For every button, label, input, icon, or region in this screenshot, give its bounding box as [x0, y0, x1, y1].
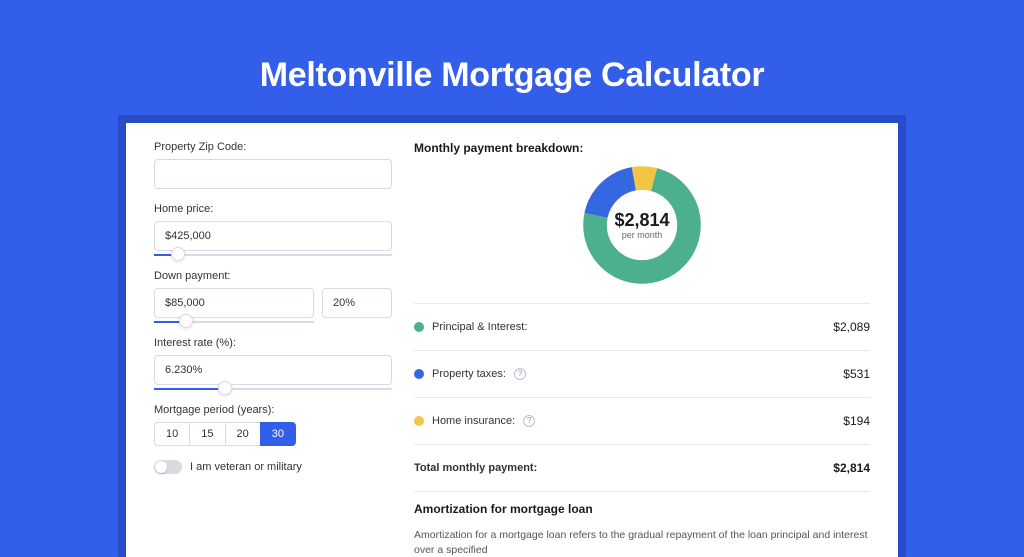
divider	[414, 350, 870, 351]
divider	[414, 444, 870, 445]
total-row: Total monthly payment: $2,814	[414, 453, 870, 483]
veteran-label: I am veteran or military	[190, 461, 302, 473]
amortization-desc: Amortization for a mortgage loan refers …	[414, 528, 870, 557]
zip-input[interactable]	[154, 159, 392, 189]
home-price-slider-thumb[interactable]	[171, 247, 185, 261]
breakdown-title: Monthly payment breakdown:	[414, 141, 870, 155]
legend-value: $531	[843, 367, 870, 381]
legend-label: Property taxes:?	[414, 368, 526, 380]
info-icon[interactable]: ?	[523, 415, 535, 427]
down-payment-group: Down payment:	[154, 270, 392, 323]
down-slider-thumb[interactable]	[179, 314, 193, 328]
home-price-label: Home price:	[154, 203, 392, 215]
calculator-panel: Property Zip Code: Home price: Down paym…	[126, 123, 898, 557]
donut-chart: $2,814 per month	[580, 163, 704, 287]
total-value: $2,814	[833, 461, 870, 475]
legend-dot-icon	[414, 322, 424, 332]
veteran-row: I am veteran or military	[154, 460, 392, 474]
legend-label: Home insurance:?	[414, 415, 535, 427]
interest-rate-input[interactable]	[154, 355, 392, 385]
period-group: Mortgage period (years): 10152030	[154, 404, 392, 446]
legend-text: Home insurance:	[432, 415, 515, 427]
donut-center-amount: $2,814	[614, 210, 669, 231]
divider	[414, 303, 870, 304]
legend-value: $194	[843, 414, 870, 428]
legend-dot-icon	[414, 369, 424, 379]
rate-slider-thumb[interactable]	[218, 381, 232, 395]
legend-row: Principal & Interest: $2,089	[414, 312, 870, 342]
period-label: Mortgage period (years):	[154, 404, 392, 416]
down-payment-label: Down payment:	[154, 270, 392, 282]
period-option-20[interactable]: 20	[225, 422, 260, 446]
amortization-section: Amortization for mortgage loan Amortizat…	[414, 502, 870, 557]
rate-slider[interactable]	[154, 388, 392, 390]
period-option-15[interactable]: 15	[189, 422, 224, 446]
down-slider[interactable]	[154, 321, 314, 323]
page-title: Meltonville Mortgage Calculator	[118, 56, 906, 95]
donut-center: $2,814 per month	[580, 163, 704, 287]
divider	[414, 397, 870, 398]
legend-row: Home insurance:? $194	[414, 406, 870, 436]
zip-label: Property Zip Code:	[154, 141, 392, 153]
period-option-10[interactable]: 10	[154, 422, 189, 446]
legend-text: Property taxes:	[432, 368, 506, 380]
panel-shadow: Property Zip Code: Home price: Down paym…	[118, 115, 906, 557]
divider	[414, 491, 870, 492]
home-price-slider[interactable]	[154, 254, 392, 256]
legend-value: $2,089	[833, 320, 870, 334]
rate-slider-fill	[154, 388, 225, 390]
breakdown-column: Monthly payment breakdown: $2,814 per mo…	[414, 141, 870, 557]
inputs-column: Property Zip Code: Home price: Down paym…	[154, 141, 392, 557]
total-label: Total monthly payment:	[414, 462, 537, 474]
interest-rate-group: Interest rate (%):	[154, 337, 392, 390]
amortization-title: Amortization for mortgage loan	[414, 502, 870, 516]
interest-rate-label: Interest rate (%):	[154, 337, 392, 349]
legend-text: Principal & Interest:	[432, 321, 527, 333]
donut-center-sub: per month	[622, 230, 663, 240]
home-price-group: Home price:	[154, 203, 392, 256]
home-price-input[interactable]	[154, 221, 392, 251]
donut-chart-wrap: $2,814 per month	[414, 163, 870, 287]
info-icon[interactable]: ?	[514, 368, 526, 380]
veteran-toggle[interactable]	[154, 460, 182, 474]
legend-label: Principal & Interest:	[414, 321, 527, 333]
down-amount-input[interactable]	[154, 288, 314, 318]
legend-row: Property taxes:? $531	[414, 359, 870, 389]
period-segmented-control: 10152030	[154, 422, 392, 446]
period-option-30[interactable]: 30	[260, 422, 296, 446]
zip-group: Property Zip Code:	[154, 141, 392, 189]
down-percent-input[interactable]	[322, 288, 392, 318]
legend-dot-icon	[414, 416, 424, 426]
